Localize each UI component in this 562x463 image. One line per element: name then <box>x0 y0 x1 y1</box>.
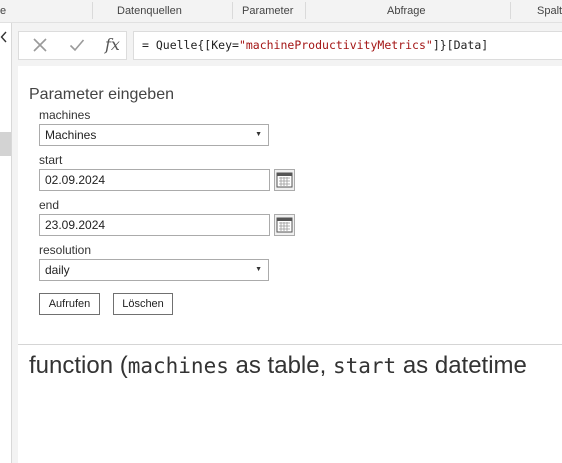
collapse-pane-chevron-icon[interactable] <box>0 31 8 45</box>
end-date-value: 23.09.2024 <box>45 218 106 232</box>
ribbon-group-datenquellen: Datenquellen <box>117 5 182 17</box>
signature-part: as datetime <box>396 352 527 379</box>
machines-select-value: Machines <box>45 128 97 142</box>
param-label-machines: machines <box>39 108 91 122</box>
start-date-value: 02.09.2024 <box>45 173 106 187</box>
ribbon-group-abfrage: Abfrage <box>387 5 426 17</box>
ribbon-group-parameter: Parameter <box>242 5 294 17</box>
ribbon-group-label: e <box>0 5 7 17</box>
signature-param-machines: machines <box>127 354 229 378</box>
ribbon-separator <box>232 2 233 19</box>
commit-check-icon[interactable] <box>69 37 85 57</box>
ribbon-separator <box>305 2 306 19</box>
formula-string-literal: "machineProductivityMetrics" <box>238 38 433 52</box>
ribbon-separator <box>510 2 511 19</box>
signature-part: function ( <box>29 352 128 379</box>
end-date-input[interactable]: 23.09.2024 <box>39 214 270 236</box>
formula-prefix: = Quelle{[Key= <box>142 38 239 52</box>
signature-param-start: start <box>332 354 397 378</box>
cancel-x-icon[interactable] <box>32 37 48 57</box>
ribbon-separator <box>92 2 93 19</box>
clear-button[interactable]: Löschen <box>113 293 173 315</box>
queries-pane <box>0 23 12 463</box>
ribbon-group-spalten: Spalt <box>537 5 562 17</box>
ribbon-group-labels: e Datenquellen Parameter Abfrage Spalt <box>0 0 562 23</box>
dropdown-arrow-icon: ▼ <box>255 131 262 138</box>
formula-suffix: ]}[Data] <box>432 38 489 52</box>
function-signature: function (machines as table, start as da… <box>29 352 527 380</box>
start-date-input[interactable]: 02.09.2024 <box>39 169 270 191</box>
formula-input[interactable]: = Quelle{[Key="machineProductivityMetric… <box>133 31 562 60</box>
formula-buttons: fx <box>18 31 127 60</box>
resolution-select[interactable]: daily ▼ <box>39 259 269 281</box>
start-calendar-icon[interactable] <box>274 169 295 191</box>
dropdown-arrow-icon: ▼ <box>255 266 262 273</box>
machines-select[interactable]: Machines ▼ <box>39 124 269 146</box>
signature-part: as table, <box>228 352 333 379</box>
section-title: Parameter eingeben <box>29 86 174 103</box>
resolution-select-value: daily <box>45 263 70 277</box>
param-label-end: end <box>39 198 60 212</box>
divider <box>18 344 562 345</box>
selected-query-item[interactable] <box>0 132 11 156</box>
end-calendar-icon[interactable] <box>274 214 295 236</box>
function-invoke-panel: Parameter eingeben machines Machines ▼ s… <box>18 66 562 463</box>
fx-icon[interactable]: fx <box>105 35 120 54</box>
param-label-start: start <box>39 153 63 167</box>
param-label-resolution: resolution <box>39 243 92 257</box>
invoke-button[interactable]: Aufrufen <box>39 293 100 315</box>
